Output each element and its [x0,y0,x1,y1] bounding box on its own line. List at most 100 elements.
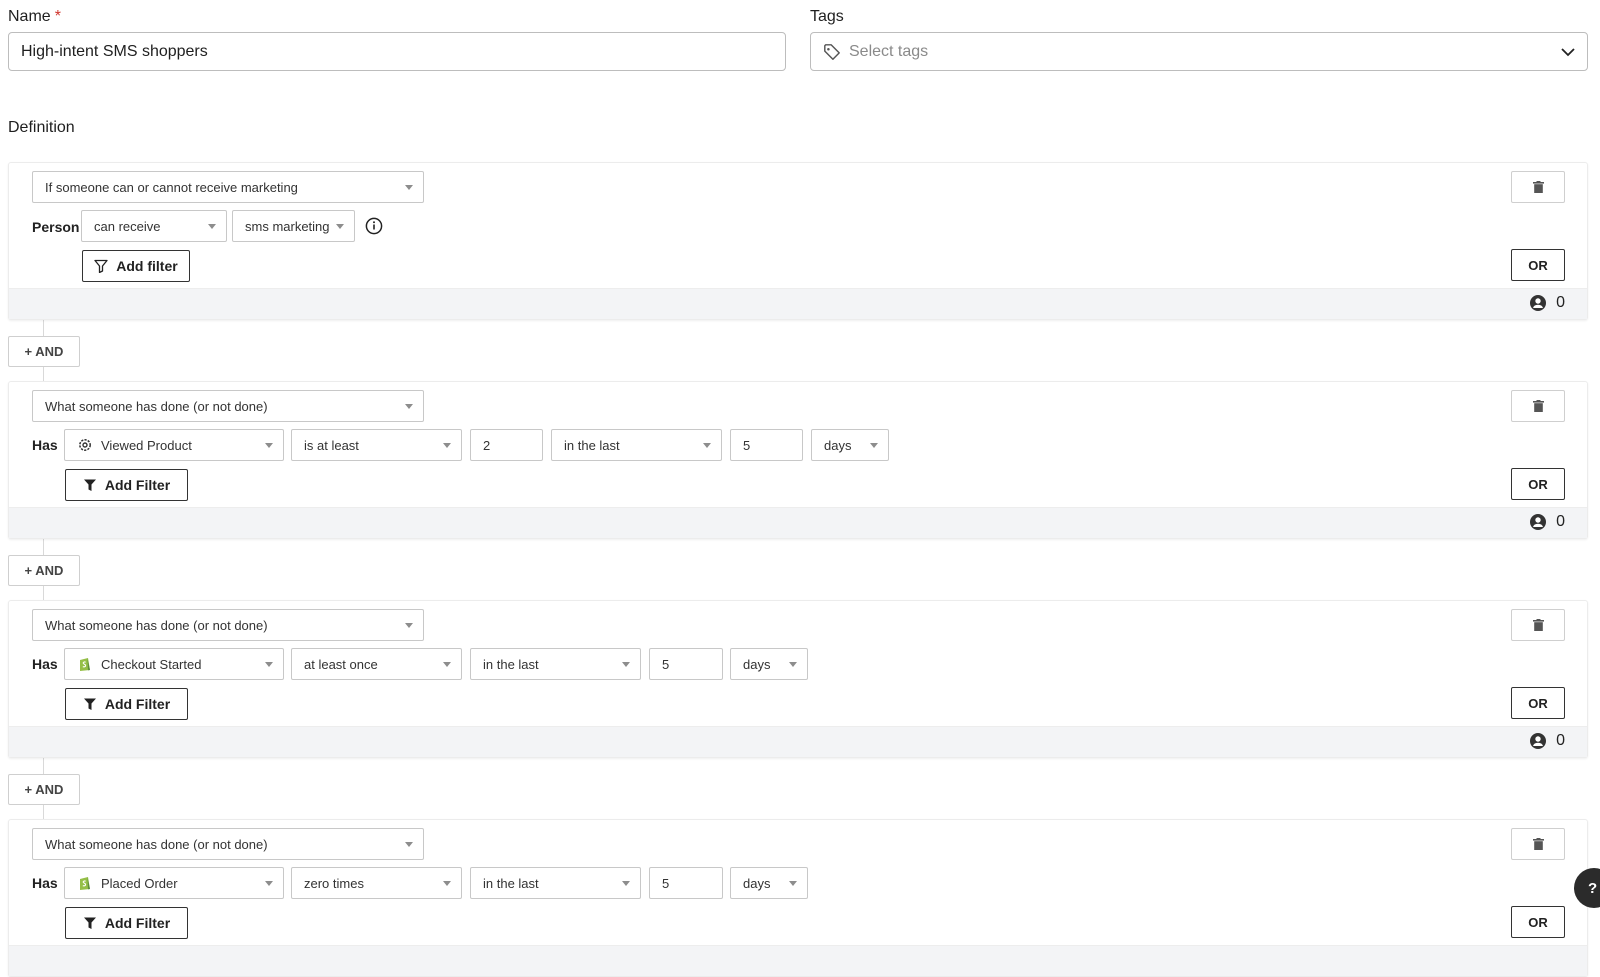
caret-down-icon [622,662,630,667]
or-button[interactable]: OR [1511,687,1565,719]
filter-icon [94,259,108,273]
or-button[interactable]: OR [1511,249,1565,281]
frequency-count-input[interactable]: 2 [470,429,543,461]
connector-line [43,586,44,600]
unit-value: days [743,656,771,672]
and-button[interactable]: + AND [8,774,80,805]
profile-count-value: 0 [1556,294,1565,311]
connector-line [43,318,44,336]
condition-type-select[interactable]: What someone has done (or not done) [32,390,424,422]
add-filter-label: Add Filter [104,696,171,712]
unit-select[interactable]: days [811,429,889,461]
timeframe-select[interactable]: in the last [470,867,641,899]
frequency-value: is at least [304,437,359,453]
chevron-down-icon[interactable] [1561,45,1575,59]
caret-down-icon [208,224,216,229]
has-label: Has [32,875,58,891]
caret-down-icon [443,881,451,886]
frequency-select[interactable]: at least once [291,648,462,680]
timeframe-value: in the last [564,437,620,453]
caret-down-icon [789,881,797,886]
user-icon [1530,733,1547,749]
add-filter-button[interactable]: Add Filter [65,907,188,939]
caret-down-icon [443,443,451,448]
required-marker: * [54,8,61,25]
event-select[interactable]: Viewed Product [64,429,284,461]
frequency-select[interactable]: zero times [291,867,462,899]
delete-condition-button[interactable] [1511,609,1565,641]
profile-count: 0 [1530,294,1565,312]
info-icon[interactable] [365,217,383,235]
condition-type-select[interactable]: If someone can or cannot receive marketi… [32,171,424,203]
condition-type-select[interactable]: What someone has done (or not done) [32,609,424,641]
tag-icon [824,43,840,60]
user-icon [1530,295,1547,311]
filter-icon [83,479,96,491]
delete-condition-button[interactable] [1511,171,1565,203]
channel-value: sms marketing [245,218,330,234]
person-label: Person [32,219,80,235]
has-label: Has [32,656,58,672]
caret-down-icon [265,881,273,886]
timeframe-select[interactable]: in the last [551,429,722,461]
caret-down-icon [443,662,451,667]
name-input[interactable]: High-intent SMS shoppers [8,32,786,71]
condition-block-1: If someone can or cannot receive marketi… [8,162,1588,320]
add-filter-button[interactable]: Add Filter [65,688,188,720]
unit-select[interactable]: days [730,867,808,899]
tags-placeholder: Select tags [849,42,929,60]
caret-down-icon [336,224,344,229]
condition-block-3: What someone has done (or not done) Has … [8,600,1588,758]
can-receive-value: can receive [94,218,161,234]
event-value: Placed Order [101,875,178,891]
trash-icon [1532,838,1544,850]
block-footer: 0 [9,726,1587,757]
unit-value: days [743,875,771,891]
name-label: Name * [8,8,61,25]
add-filter-button[interactable]: Add filter [82,250,190,282]
can-receive-select[interactable]: can receive [81,210,227,242]
event-value: Checkout Started [101,656,202,672]
condition-type-select[interactable]: What someone has done (or not done) [32,828,424,860]
timeframe-value: in the last [483,875,539,891]
trash-icon [1532,619,1544,631]
timeframe-count-input[interactable]: 5 [649,648,723,680]
timeframe-count-input[interactable]: 5 [649,867,723,899]
unit-select[interactable]: days [730,648,808,680]
event-select[interactable]: Placed Order [64,867,284,899]
timeframe-select[interactable]: in the last [470,648,641,680]
timeframe-count-value: 5 [662,656,670,672]
trash-icon [1532,400,1544,412]
caret-down-icon [703,443,711,448]
caret-down-icon [789,662,797,667]
connector-line [43,756,44,774]
frequency-count-value: 2 [483,437,491,453]
trash-icon [1532,181,1544,193]
and-button[interactable]: + AND [8,555,80,586]
has-label: Has [32,437,58,453]
event-select[interactable]: Checkout Started [64,648,284,680]
shopify-icon [80,877,90,890]
frequency-value: zero times [304,875,364,891]
timeframe-count-input[interactable]: 5 [730,429,803,461]
tags-select[interactable]: Select tags [810,32,1588,71]
or-button[interactable]: OR [1511,468,1565,500]
user-icon [1530,514,1547,530]
and-button[interactable]: + AND [8,336,80,367]
channel-select[interactable]: sms marketing [232,210,355,242]
gear-icon [79,439,91,451]
frequency-value: at least once [304,656,378,672]
condition-type-value: If someone can or cannot receive marketi… [45,179,298,195]
caret-down-icon [405,842,413,847]
or-button[interactable]: OR [1511,906,1565,938]
condition-type-value: What someone has done (or not done) [45,836,268,852]
add-filter-button[interactable]: Add Filter [65,469,188,501]
filter-icon [83,917,96,929]
frequency-select[interactable]: is at least [291,429,462,461]
timeframe-count-value: 5 [743,437,751,453]
delete-condition-button[interactable] [1511,828,1565,860]
tags-label: Tags [810,8,844,25]
delete-condition-button[interactable] [1511,390,1565,422]
timeframe-count-value: 5 [662,875,670,891]
caret-down-icon [870,443,878,448]
